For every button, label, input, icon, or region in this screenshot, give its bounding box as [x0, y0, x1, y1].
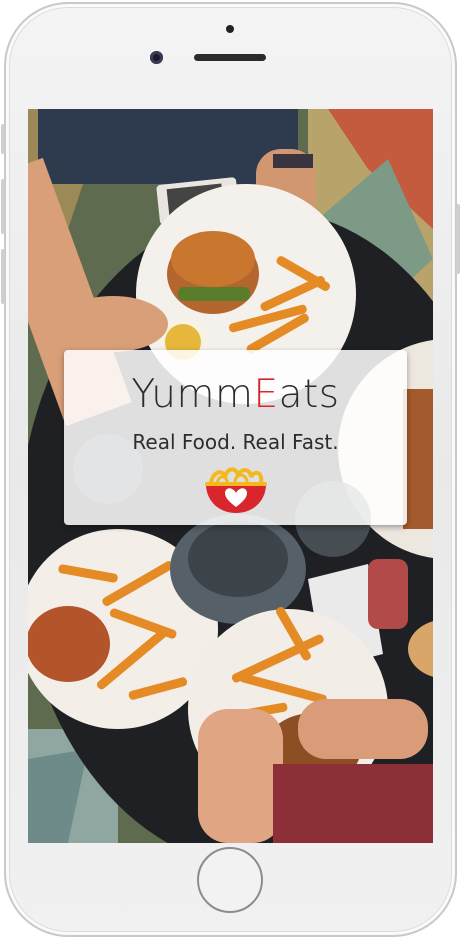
- sensor-dot: [226, 25, 234, 33]
- brand-wordmark: YummEats: [64, 372, 407, 417]
- brand-name-part2: ats: [278, 372, 340, 417]
- volume-up-button: [1, 179, 5, 234]
- home-button[interactable]: [197, 847, 263, 913]
- silent-switch: [1, 124, 5, 154]
- power-button: [456, 204, 460, 274]
- brand-name-accent: E: [253, 372, 279, 417]
- volume-down-button: [1, 249, 5, 304]
- earpiece-speaker: [194, 54, 266, 61]
- app-screen: YummEats Real Food. Real Fast.: [28, 109, 433, 843]
- brand-tagline: Real Food. Real Fast.: [132, 430, 339, 454]
- front-camera: [150, 51, 163, 64]
- brand-name-part1: Yumm: [131, 372, 254, 417]
- noodle-bowl-heart-icon: [205, 467, 267, 513]
- splash-logo-card: YummEats Real Food. Real Fast.: [64, 350, 407, 525]
